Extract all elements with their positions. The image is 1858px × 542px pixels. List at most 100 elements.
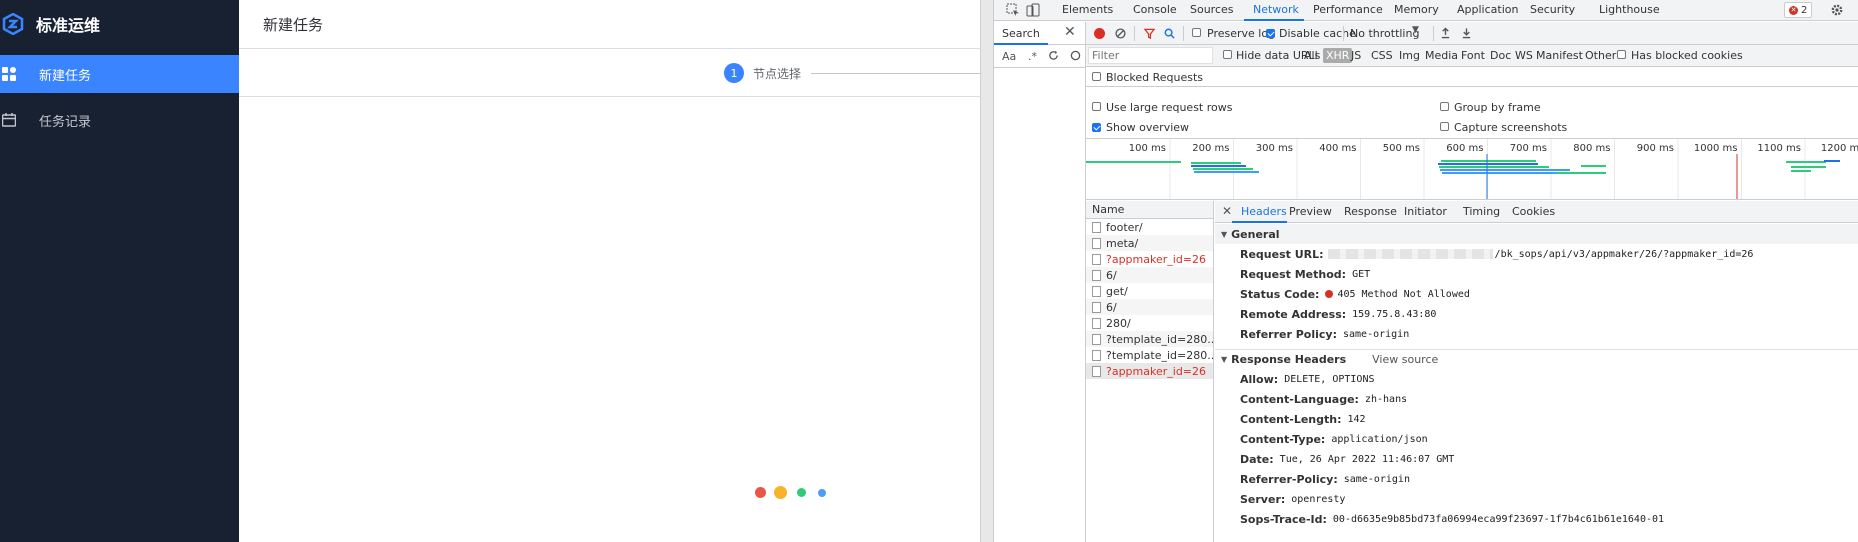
tab-response[interactable]: Response [1344,205,1397,218]
tab-preview[interactable]: Preview [1289,205,1332,218]
request-row[interactable]: footer/ [1086,219,1213,235]
has-blocked-cookies-checkbox[interactable] [1617,50,1626,59]
main-content: 新建任务 1 节点选择 [239,0,980,542]
filter-doc[interactable]: Doc [1490,49,1511,62]
tab-memory[interactable]: Memory [1394,3,1439,16]
network-overview[interactable]: 100 ms 200 ms 300 ms 400 ms 500 ms 600 ms 700 … [1086,138,1858,200]
search-icon[interactable] [1164,28,1175,39]
tab-application[interactable]: Application [1457,3,1518,16]
inspect-icon[interactable] [1006,3,1020,17]
request-row[interactable]: ?appmaker_id=26 [1086,363,1213,379]
request-row[interactable]: ?appmaker_id=26 [1086,251,1213,267]
request-row[interactable]: ?template_id=280... [1086,347,1213,363]
filter-ws[interactable]: WS [1515,49,1533,62]
filter-other[interactable]: Other [1585,49,1616,62]
error-count-badge[interactable]: ✕ 2 [1784,2,1813,18]
view-source-link[interactable]: View source [1372,353,1438,366]
sidebar-item-label: 新建任务 [39,68,92,84]
timeline-request-bar [1824,160,1840,162]
filter-all[interactable]: All [1304,49,1318,62]
step-label[interactable]: 节点选择 [753,65,801,82]
hide-data-urls-checkbox[interactable] [1223,50,1232,59]
filter-media[interactable]: Media [1425,49,1458,62]
search-panel: Search ✕ Aa .* [994,22,1086,542]
request-row[interactable]: ?template_id=280... [1086,331,1213,347]
request-row[interactable]: 6/ [1086,267,1213,283]
filter-manifest[interactable]: Manifest [1536,49,1583,62]
chevron-down-icon[interactable]: ▼ [1412,25,1419,35]
header-value: 00-d6635e9b85bd73fa06994eca99f23697-1f7b… [1332,513,1665,525]
filter-js[interactable]: JS [1351,49,1361,62]
group-by-frame-checkbox[interactable] [1440,102,1449,111]
timeline-request-bar [1193,168,1253,170]
close-icon[interactable]: ✕ [1064,24,1076,40]
header-key: Content-Language: [1240,392,1359,406]
name-column-header[interactable]: Name [1086,201,1213,219]
file-icon [1092,349,1101,361]
grid-icon [1,66,17,82]
filter-input[interactable]: Filter [1088,47,1213,64]
loading-indicator [755,486,834,499]
device-toggle-icon[interactable] [1026,3,1040,17]
tab-cookies[interactable]: Cookies [1512,205,1555,218]
search-tab[interactable]: Search [1002,27,1040,40]
timeline-request-bar [1191,165,1246,167]
tab-network[interactable]: Network [1253,3,1299,16]
blocked-requests-checkbox[interactable] [1092,72,1101,81]
throttling-select[interactable]: No throttling [1350,27,1419,40]
header-value: DELETE, OPTIONS [1284,373,1375,385]
tab-elements[interactable]: Elements [1062,3,1113,16]
tab-security[interactable]: Security [1530,3,1575,16]
request-name: meta/ [1106,236,1139,250]
close-icon[interactable]: ✕ [1222,204,1232,218]
filter-img[interactable]: Img [1399,49,1420,62]
capture-screenshots-checkbox[interactable] [1440,122,1449,131]
refresh-icon[interactable] [1048,50,1059,61]
header-value: /bk_sops/api/v3/appmaker/26/?appmaker_id… [1494,248,1754,260]
tab-sources[interactable]: Sources [1190,3,1234,16]
match-case-button[interactable]: Aa [1002,50,1016,63]
show-overview-checkbox[interactable] [1092,123,1101,132]
filter-icon[interactable] [1144,28,1155,39]
tab-performance[interactable]: Performance [1313,3,1383,16]
request-row[interactable]: get/ [1086,283,1213,299]
general-section-header[interactable]: ▼ General [1215,224,1858,244]
header-key: Content-Type: [1240,432,1326,446]
filter-css[interactable]: CSS [1371,49,1393,62]
disable-cache-checkbox[interactable] [1266,29,1275,38]
import-icon[interactable] [1440,27,1451,39]
gear-icon[interactable] [1830,3,1844,17]
export-icon[interactable] [1461,27,1472,39]
request-name: 6/ [1106,300,1117,314]
sidebar-item-new-task[interactable]: 新建任务 [0,55,239,93]
regex-button[interactable]: .* [1028,50,1037,63]
tab-lighthouse[interactable]: Lighthouse [1599,3,1660,16]
sidebar-item-task-records[interactable]: 任务记录 [0,101,239,139]
timeline-request-bar [1791,166,1826,168]
header-value: application/json [1331,433,1428,445]
large-rows-checkbox[interactable] [1092,102,1101,111]
preserve-log-checkbox[interactable] [1192,28,1201,37]
response-header-row: Server: openresty [1215,489,1858,509]
response-headers-section-header[interactable]: ▼ Response Headers View source [1215,349,1858,369]
requests-list: Name footer/meta/ ?appmaker_id=26 6/get/6/… [1086,201,1214,542]
overview-timeline[interactable]: 100 ms 200 ms 300 ms 400 ms 500 ms 600 ms 700 … [1086,139,1858,199]
tab-initiator[interactable]: Initiator [1404,205,1447,218]
filter-xhr[interactable]: XHR [1323,48,1353,63]
tab-timing[interactable]: Timing [1463,205,1500,218]
timeline-tick-label: 600 ms [1446,143,1483,154]
request-row[interactable]: 280/ [1086,315,1213,331]
tab-console[interactable]: Console [1133,3,1177,16]
request-row[interactable]: meta/ [1086,235,1213,251]
brand[interactable]: 标准运维 [0,0,239,48]
large-rows-label: Use large request rows [1106,101,1233,114]
devtools-resize-handle[interactable] [980,0,994,542]
request-row[interactable]: 6/ [1086,299,1213,315]
tab-headers[interactable]: Headers [1241,205,1287,218]
clear-search-icon[interactable] [1070,50,1081,61]
response-header-row: Content-Language: zh-hans [1215,389,1858,409]
record-icon[interactable] [1094,28,1105,39]
clear-icon[interactable] [1115,28,1126,39]
step-number[interactable]: 1 [724,63,744,83]
filter-font[interactable]: Font [1461,49,1485,62]
